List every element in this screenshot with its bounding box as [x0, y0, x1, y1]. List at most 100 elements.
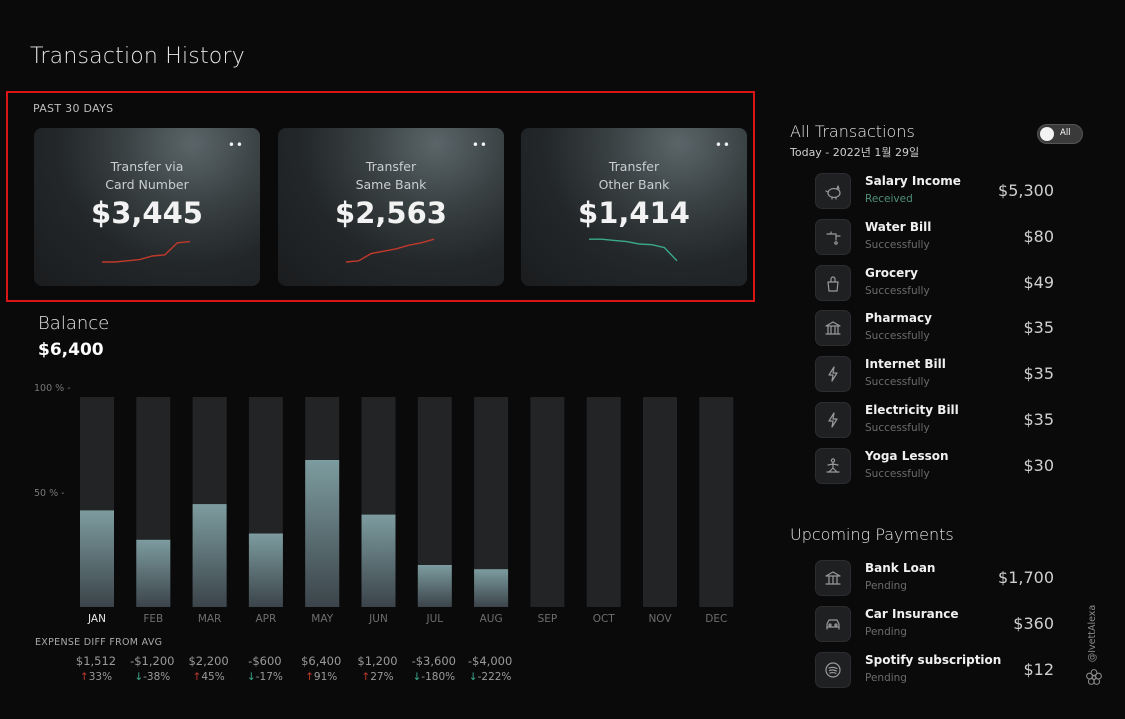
percent-text: -180% — [421, 671, 456, 683]
percent-text: 27% — [370, 671, 394, 683]
card-amount: $1,414 — [578, 196, 690, 230]
transaction-status: Successfully — [865, 376, 930, 389]
transaction-item[interactable]: Internet Bill Successfully $35 — [815, 356, 1060, 394]
summary-card-same-bank[interactable]: •• Transfer Same Bank $2,563 — [278, 128, 504, 286]
spotify-icon — [825, 661, 841, 678]
x-tick-label: MAR — [198, 613, 222, 625]
transaction-item[interactable]: Water Bill Successfully $80 — [815, 218, 1060, 257]
transaction-icon-box — [815, 447, 851, 484]
y-tick-label: 100 % - — [34, 383, 71, 394]
bar-feb[interactable] — [136, 539, 171, 607]
card-label-line2: Card Number — [105, 177, 189, 192]
bar-jun[interactable] — [361, 514, 396, 607]
lightning-icon — [828, 366, 838, 382]
transaction-amount: $30 — [1023, 455, 1054, 475]
more-options-icon[interactable]: •• — [472, 138, 488, 152]
transaction-name: Yoga Lesson — [865, 448, 949, 463]
card-label-line1: Transfer — [608, 159, 660, 174]
summary-card-card-number[interactable]: •• Transfer via Card Number $3,445 — [34, 128, 260, 286]
bar-may[interactable] — [305, 460, 340, 607]
expense-diff-value: -$4,000 — [467, 654, 513, 668]
transaction-name: Pharmacy — [865, 311, 932, 326]
flower-logo-icon — [1086, 669, 1102, 685]
expense-diff-percent: ↑27% — [350, 671, 406, 683]
transaction-item[interactable]: Salary Income Received $5,300 — [815, 173, 1060, 211]
balance-value: $6,400 — [38, 340, 104, 360]
bar-jul[interactable] — [417, 565, 452, 607]
transaction-item[interactable]: Electricity Bill Successfully $35 — [815, 402, 1060, 440]
arrow-up-icon: ↑ — [305, 671, 314, 683]
transaction-amount: $35 — [1023, 410, 1054, 429]
transaction-item[interactable]: Car Insurance Pending $360 — [815, 605, 1060, 644]
all-toggle[interactable]: All — [1037, 124, 1083, 144]
sparkline-line — [102, 240, 191, 263]
bar-aug[interactable] — [474, 569, 509, 607]
expense-diff-item: -$1,200 ↓-38% — [124, 654, 180, 683]
transaction-name: Spotify subscription — [865, 652, 1002, 667]
transaction-status: Successfully — [865, 284, 930, 297]
percent-text: -222% — [477, 671, 512, 683]
sparkline — [589, 238, 678, 262]
arrow-down-icon: ↓ — [246, 671, 256, 683]
transaction-item[interactable]: Bank Loan Pending $1,700 — [815, 560, 1060, 598]
x-tick-label: NOV — [648, 613, 672, 625]
balance-bar-chart: 100 % - 50 % - JAN FEB MAR APR MAY JUN JUL AUG SEP… — [34, 383, 734, 625]
transaction-item[interactable]: Yoga Lesson Successfully $30 — [815, 447, 1060, 486]
bar-apr[interactable] — [248, 533, 283, 608]
transaction-status: Successfully — [865, 330, 930, 343]
summary-card-other-bank[interactable]: •• Transfer Other Bank $1,414 — [521, 128, 747, 286]
sparkline — [345, 238, 435, 263]
sparkline-line — [345, 238, 435, 263]
transaction-icon-box — [815, 173, 851, 209]
expense-diff-percent: ↓-222% — [462, 671, 518, 683]
x-tick-label: JAN — [87, 613, 106, 625]
transaction-icon-box — [815, 560, 851, 596]
x-tick-label: APR — [255, 613, 276, 625]
expense-diff-percent: ↑45% — [181, 671, 237, 683]
bar-jan[interactable] — [80, 510, 114, 607]
transaction-item[interactable]: Spotify subscription Pending $12 — [815, 651, 1060, 690]
arrow-down-icon: ↓ — [468, 671, 478, 683]
more-options-icon[interactable]: •• — [715, 138, 731, 152]
transaction-status: Pending — [865, 580, 907, 592]
transaction-status: Successfully — [865, 422, 930, 434]
transaction-name: Water Bill — [865, 219, 932, 234]
percent-text: 45% — [201, 671, 225, 683]
bank-icon — [825, 571, 841, 585]
transaction-icon-box — [815, 605, 851, 642]
transaction-amount: $360 — [1013, 613, 1054, 633]
bar-track — [699, 397, 734, 607]
yoga-icon — [826, 458, 840, 473]
x-tick-label: DEC — [705, 613, 727, 625]
transaction-icon-box — [815, 218, 851, 255]
card-label: Transfer Other Bank — [521, 158, 747, 194]
transaction-status: Successfully — [865, 467, 930, 480]
balance-label: Balance — [38, 313, 110, 334]
transaction-name: Grocery — [865, 265, 919, 280]
transaction-name: Salary Income — [865, 174, 961, 188]
expense-diff-item: -$600 ↓-17% — [237, 654, 293, 683]
transaction-status: Received — [865, 193, 913, 205]
expense-diff-title: EXPENSE DIFF FROM AVG — [35, 637, 163, 648]
sparkline-line — [589, 238, 678, 262]
toggle-label: All — [1060, 128, 1071, 138]
more-options-icon[interactable]: •• — [228, 138, 244, 152]
all-transactions-title: All Transactions — [790, 122, 915, 141]
faucet-icon — [826, 231, 841, 245]
y-tick-label: 50 % - — [34, 488, 65, 499]
transaction-item[interactable]: Pharmacy Successfully $35 — [815, 310, 1060, 348]
transaction-item[interactable]: Grocery Successfully $49 — [815, 264, 1060, 303]
toggle-knob — [1040, 127, 1054, 141]
x-tick-label: SEP — [538, 613, 558, 625]
card-amount: $3,445 — [91, 196, 203, 230]
transaction-status: Pending — [865, 625, 907, 638]
transaction-name: Electricity Bill — [865, 403, 959, 417]
expense-diff-value: -$3,600 — [411, 654, 456, 668]
transaction-amount: $35 — [1023, 364, 1054, 384]
car-icon — [826, 619, 840, 630]
card-label-line1: Transfer via — [110, 159, 184, 174]
grocery-bag-icon — [827, 276, 839, 292]
bar-mar[interactable] — [192, 504, 227, 607]
expense-diff-item: $2,200 ↑45% — [181, 654, 237, 683]
bar-track — [586, 397, 621, 607]
